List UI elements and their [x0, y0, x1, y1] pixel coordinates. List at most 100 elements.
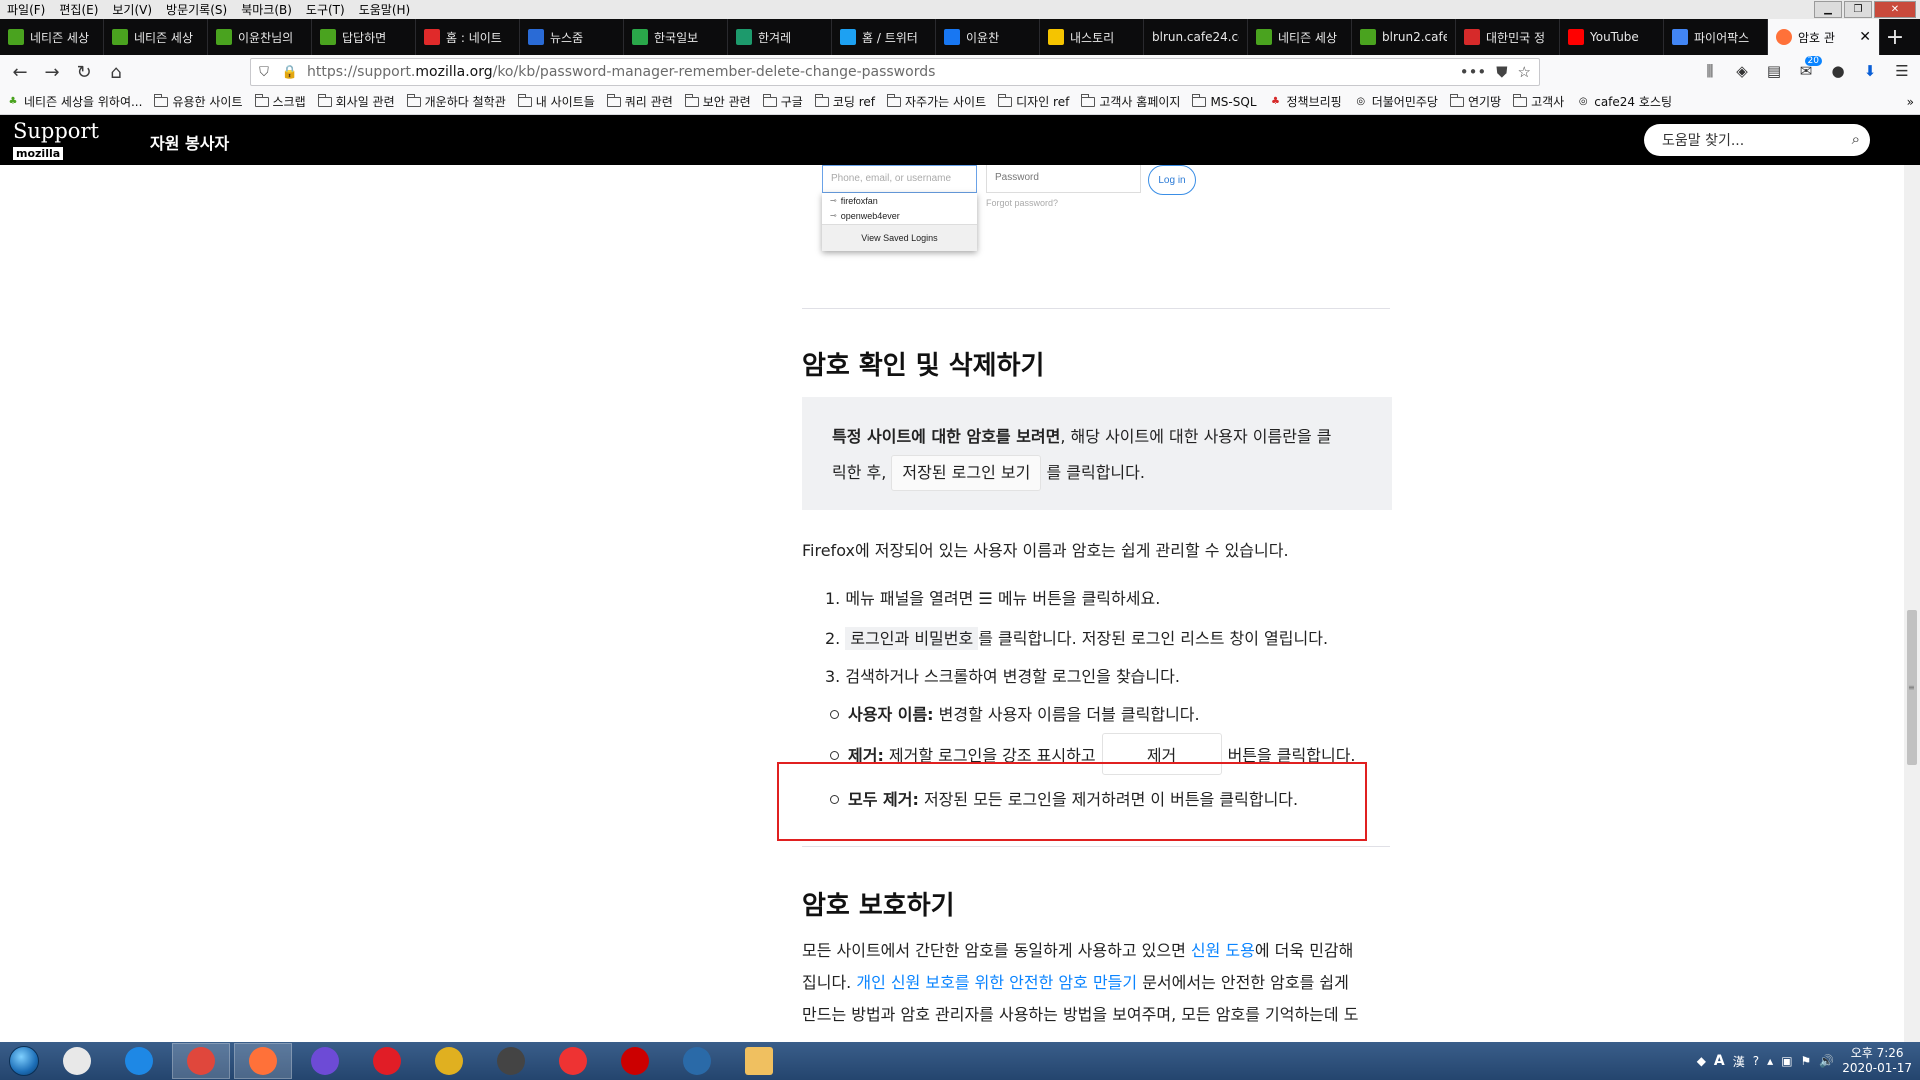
- browser-tab[interactable]: YouTube: [1560, 19, 1664, 55]
- mozilla-support-logo[interactable]: Support mozilla: [13, 120, 99, 161]
- close-window-icon[interactable]: ✕: [1874, 1, 1916, 18]
- bookmark-item[interactable]: 디자인 ref: [992, 93, 1075, 110]
- tab-label: 이윤찬: [966, 30, 1000, 45]
- taskbar-app-red[interactable]: [606, 1043, 664, 1079]
- search-icon[interactable]: ⌕: [1852, 130, 1860, 148]
- taskbar-app-tree[interactable]: [668, 1043, 726, 1079]
- browser-tab-active[interactable]: 암호 관 ✕: [1768, 19, 1880, 55]
- close-tab-icon[interactable]: ✕: [1859, 29, 1871, 45]
- taskbar-app-arrow[interactable]: [420, 1043, 478, 1079]
- browser-tab[interactable]: 내스토리: [1040, 19, 1144, 55]
- flag-icon[interactable]: ⚑: [1801, 1054, 1812, 1068]
- new-tab-icon[interactable]: +: [1880, 19, 1910, 55]
- browser-tab[interactable]: 네티즌 세상: [104, 19, 208, 55]
- hamburger-menu-icon[interactable]: ☰: [1890, 58, 1914, 84]
- browser-tab[interactable]: 한국일보: [624, 19, 728, 55]
- browser-tab[interactable]: 대한민국 정: [1456, 19, 1560, 55]
- browser-tab[interactable]: 홈 / 트위터: [832, 19, 936, 55]
- taskbar-app-ball[interactable]: [544, 1043, 602, 1079]
- volume-icon[interactable]: 🔊: [1819, 1054, 1834, 1068]
- browser-tab[interactable]: blrun.cafe24.co: [1144, 19, 1248, 55]
- bookmark-item[interactable]: 개운하다 철학관: [401, 93, 512, 110]
- bookmark-item[interactable]: MS-SQL: [1186, 93, 1262, 109]
- menu-bookmarks[interactable]: 북마크(B): [234, 1, 299, 18]
- bookmark-item[interactable]: 고객사 홈페이지: [1075, 93, 1186, 110]
- taskbar-internet-explorer[interactable]: [110, 1043, 168, 1079]
- help-icon[interactable]: ?: [1753, 1054, 1759, 1068]
- account-avatar-icon[interactable]: ●: [1826, 58, 1850, 84]
- ime-hanja-indicator[interactable]: 漢: [1733, 1053, 1745, 1070]
- browser-tab[interactable]: 뉴스줌: [520, 19, 624, 55]
- taskbar-file-explorer[interactable]: [730, 1043, 788, 1079]
- sidebar-icon[interactable]: ▤: [1762, 58, 1786, 84]
- home-icon[interactable]: ⌂: [100, 58, 132, 86]
- browser-tab[interactable]: 한겨레: [728, 19, 832, 55]
- language-bar-icon[interactable]: ◆: [1697, 1054, 1706, 1068]
- bookmark-item[interactable]: 회사일 관련: [312, 93, 401, 110]
- back-icon[interactable]: ←: [4, 58, 36, 86]
- bookmark-item[interactable]: ◎ 더불어민주당: [1348, 93, 1444, 110]
- menu-edit[interactable]: 편집(E): [52, 1, 105, 18]
- bookmark-item[interactable]: 자주가는 사이트: [881, 93, 992, 110]
- bookmark-item[interactable]: 유용한 사이트: [148, 93, 248, 110]
- browser-tab[interactable]: 답답하면: [312, 19, 416, 55]
- lock-icon[interactable]: 🔒: [277, 65, 303, 80]
- download-icon[interactable]: ⬇: [1858, 58, 1882, 84]
- bookmark-star-icon[interactable]: ☆: [1518, 63, 1531, 81]
- restore-icon[interactable]: ❐: [1844, 1, 1872, 18]
- bookmark-item[interactable]: 보안 관련: [679, 93, 757, 110]
- ime-mode-indicator[interactable]: A: [1714, 1053, 1725, 1069]
- bookmark-item[interactable]: 스크랩: [249, 93, 312, 110]
- bookmark-item[interactable]: 구글: [757, 93, 809, 110]
- menu-help[interactable]: 도움말(H): [352, 1, 418, 18]
- menu-tools[interactable]: 도구(T): [299, 1, 352, 18]
- url-text[interactable]: https://support.mozilla.org/ko/kb/passwo…: [307, 64, 935, 80]
- bookmarks-overflow-icon[interactable]: »: [1901, 95, 1920, 109]
- browser-tab[interactable]: 이윤찬: [936, 19, 1040, 55]
- menu-history[interactable]: 방문기록(S): [159, 1, 234, 18]
- bookmark-item[interactable]: 고객사: [1507, 93, 1570, 110]
- browser-tab[interactable]: 홈 : 네이트: [416, 19, 520, 55]
- strong-password-link[interactable]: 개인 신원 보호를 위한 안전한 암호 만들기: [856, 973, 1137, 992]
- forward-icon[interactable]: →: [36, 58, 68, 86]
- minimize-icon[interactable]: ▁: [1814, 1, 1842, 18]
- browser-tab[interactable]: 이윤찬님의: [208, 19, 312, 55]
- browser-tab[interactable]: blrun2.cafe: [1352, 19, 1456, 55]
- identity-theft-link[interactable]: 신원 도용: [1191, 941, 1255, 960]
- url-bar[interactable]: ⛉ 🔒 https://support.mozilla.org/ko/kb/pa…: [250, 58, 1540, 86]
- bookmark-item[interactable]: ♣ 네티즌 세상을 위하여...: [0, 93, 148, 110]
- taskbar-chrome[interactable]: [172, 1043, 230, 1079]
- bookmark-item[interactable]: ◎ cafe24 호스팅: [1570, 93, 1678, 110]
- taskbar-app-s[interactable]: [296, 1043, 354, 1079]
- vivaldi-icon: [63, 1047, 91, 1075]
- volunteer-link[interactable]: 자원 봉사자: [150, 130, 229, 154]
- browser-tab[interactable]: 파이어팍스: [1664, 19, 1768, 55]
- taskbar-vivaldi[interactable]: [48, 1043, 106, 1079]
- taskbar-opera[interactable]: [358, 1043, 416, 1079]
- notifications-icon[interactable]: ✉ 20: [1794, 56, 1822, 84]
- bookmark-item[interactable]: ♣ 정책브리핑: [1263, 93, 1348, 110]
- bookmark-item[interactable]: 쿼리 관련: [601, 93, 679, 110]
- taskbar-firefox[interactable]: [234, 1043, 292, 1079]
- extension-icon[interactable]: ◈: [1730, 58, 1754, 84]
- taskbar-app-box[interactable]: [482, 1043, 540, 1079]
- menu-file[interactable]: 파일(F): [0, 1, 52, 18]
- help-search-input[interactable]: 도움말 찾기... ⌕: [1644, 124, 1870, 156]
- tray-expand-icon[interactable]: ▴: [1767, 1054, 1773, 1068]
- bookmark-item[interactable]: 내 사이트들: [512, 93, 601, 110]
- tracking-shield-icon[interactable]: ⛉: [251, 65, 277, 80]
- bookmark-item[interactable]: 연기땅: [1444, 93, 1507, 110]
- menu-view[interactable]: 보기(V): [105, 1, 159, 18]
- bookmark-item[interactable]: 코딩 ref: [809, 93, 881, 110]
- page-actions-icon[interactable]: •••: [1460, 63, 1487, 81]
- clock[interactable]: 오후 7:26 2020-01-17: [1842, 1046, 1912, 1076]
- pocket-icon[interactable]: ⛊: [1496, 63, 1507, 81]
- start-button[interactable]: [0, 1042, 48, 1080]
- page-scrollbar[interactable]: ≡: [1904, 165, 1920, 1042]
- browser-tab[interactable]: 네티즌 세상: [1248, 19, 1352, 55]
- browser-tab[interactable]: 네티즌 세상: [0, 19, 104, 55]
- reload-icon[interactable]: ↻: [68, 58, 100, 86]
- bookmark-label: 내 사이트들: [535, 95, 595, 109]
- library-icon[interactable]: ⫼: [1698, 58, 1722, 84]
- network-icon[interactable]: ▣: [1781, 1054, 1792, 1068]
